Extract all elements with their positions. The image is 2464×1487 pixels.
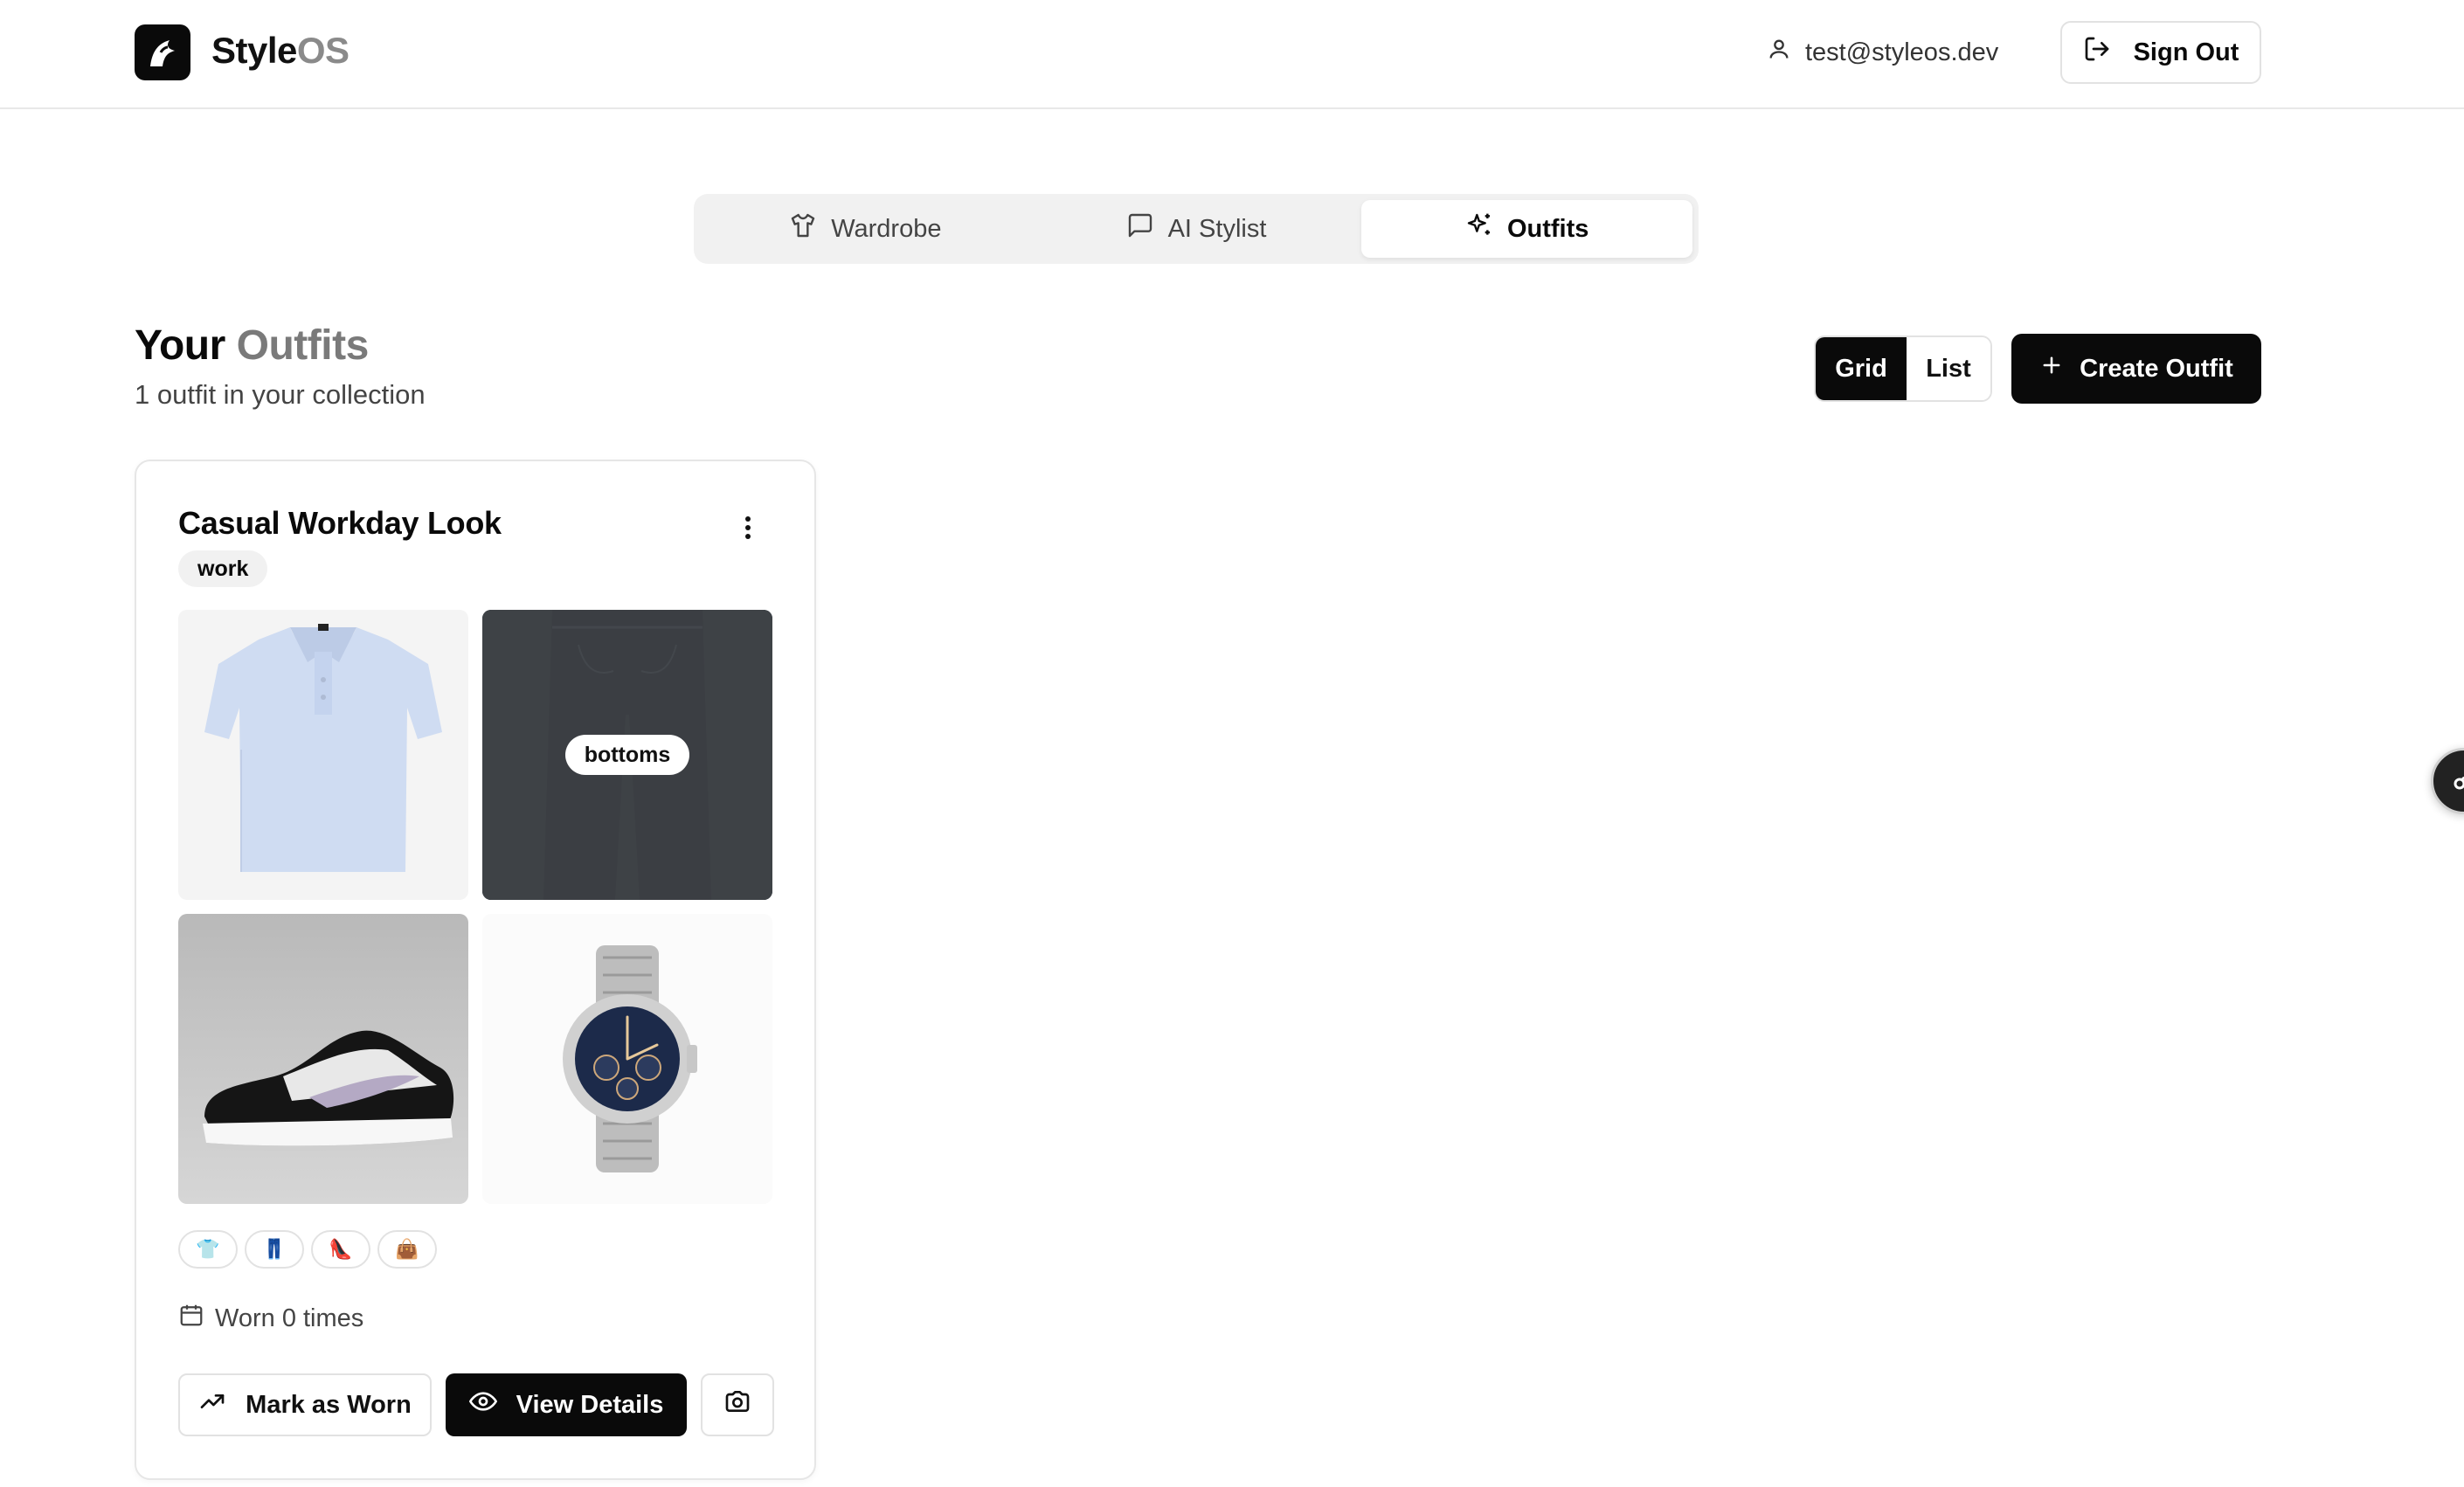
more-options-icon[interactable]	[730, 510, 765, 545]
outfit-count: 1 outfit in your collection	[135, 379, 426, 410]
eye-icon	[468, 1387, 497, 1422]
view-details-button[interactable]: View Details	[446, 1373, 687, 1436]
calendar-icon	[178, 1302, 204, 1335]
sneaker-image	[203, 1030, 454, 1152]
user-icon	[1767, 37, 1791, 68]
grid-view-button[interactable]: Grid	[1816, 337, 1907, 400]
page-title: Your Outfits	[135, 322, 369, 370]
brand-name[interactable]: StyleOS	[211, 30, 350, 72]
chip-bottoms: 👖	[245, 1230, 304, 1269]
page-title-secondary: Outfits	[236, 322, 370, 369]
log-out-icon	[2083, 35, 2111, 70]
shirt-icon	[789, 211, 817, 246]
list-view-button[interactable]: List	[1907, 337, 1990, 400]
chat-bubble-icon	[1126, 211, 1154, 246]
worn-count: Worn 0 times	[178, 1302, 363, 1335]
outfit-card[interactable]: Casual Workday Look work bottoms 👕 👖 👠 👜…	[135, 460, 816, 1480]
floating-assistant-button[interactable]	[2431, 748, 2464, 814]
polo-shirt-image	[204, 624, 442, 872]
page-title-primary: Your	[135, 322, 225, 369]
brand-primary: Style	[211, 30, 297, 71]
outfit-name: Casual Workday Look	[178, 505, 502, 541]
outfit-item-top-image[interactable]	[178, 610, 468, 900]
item-category-label: bottoms	[564, 735, 690, 775]
watch-image	[563, 945, 697, 1172]
trending-up-icon	[198, 1387, 226, 1422]
outfit-item-bottoms-image[interactable]: bottoms	[482, 610, 772, 900]
occasion-tag: work	[178, 550, 268, 587]
tab-outfits-label: Outfits	[1506, 214, 1589, 243]
tab-wardrobe[interactable]: Wardrobe	[700, 200, 1031, 258]
mark-as-worn-label: Mark as Worn	[246, 1390, 412, 1419]
item-category-chips: 👕 👖 👠 👜	[178, 1230, 437, 1269]
mark-as-worn-button[interactable]: Mark as Worn	[178, 1373, 432, 1436]
user-info: test@styleos.dev	[1767, 31, 1998, 73]
create-outfit-label: Create Outfit	[2080, 354, 2233, 383]
main-tabs: Wardrobe AI Stylist Outfits	[694, 194, 1699, 264]
tab-outfits[interactable]: Outfits	[1361, 200, 1693, 258]
chip-top: 👕	[178, 1230, 238, 1269]
item-hover-overlay: bottoms	[482, 610, 772, 900]
worn-count-text: Worn 0 times	[215, 1304, 364, 1332]
app-header: StyleOS test@styleos.dev Sign Out	[0, 0, 2464, 109]
user-email: test@styleos.dev	[1805, 38, 1999, 66]
logo-icon[interactable]	[135, 24, 190, 80]
outfit-item-accessory-image[interactable]	[482, 914, 772, 1204]
camera-icon	[723, 1387, 751, 1422]
create-outfit-button[interactable]: Create Outfit	[2011, 334, 2261, 404]
outfit-item-shoes-image[interactable]	[178, 914, 468, 1204]
tab-ai-stylist-label: AI Stylist	[1167, 214, 1267, 243]
card-actions: Mark as Worn View Details	[178, 1373, 774, 1436]
camera-button[interactable]	[701, 1373, 774, 1436]
view-toggle: Grid List	[1814, 335, 1992, 402]
chip-shoes: 👠	[311, 1230, 370, 1269]
tab-ai-stylist[interactable]: AI Stylist	[1031, 200, 1362, 258]
view-details-label: View Details	[516, 1390, 664, 1419]
sparkles-icon	[1465, 211, 1493, 246]
brand-secondary: OS	[296, 30, 350, 71]
sign-out-button[interactable]: Sign Out	[2060, 21, 2261, 84]
tab-wardrobe-label: Wardrobe	[831, 214, 942, 243]
plus-icon	[2039, 353, 2064, 384]
chip-accessory: 👜	[377, 1230, 437, 1269]
sign-out-label: Sign Out	[2133, 38, 2239, 66]
